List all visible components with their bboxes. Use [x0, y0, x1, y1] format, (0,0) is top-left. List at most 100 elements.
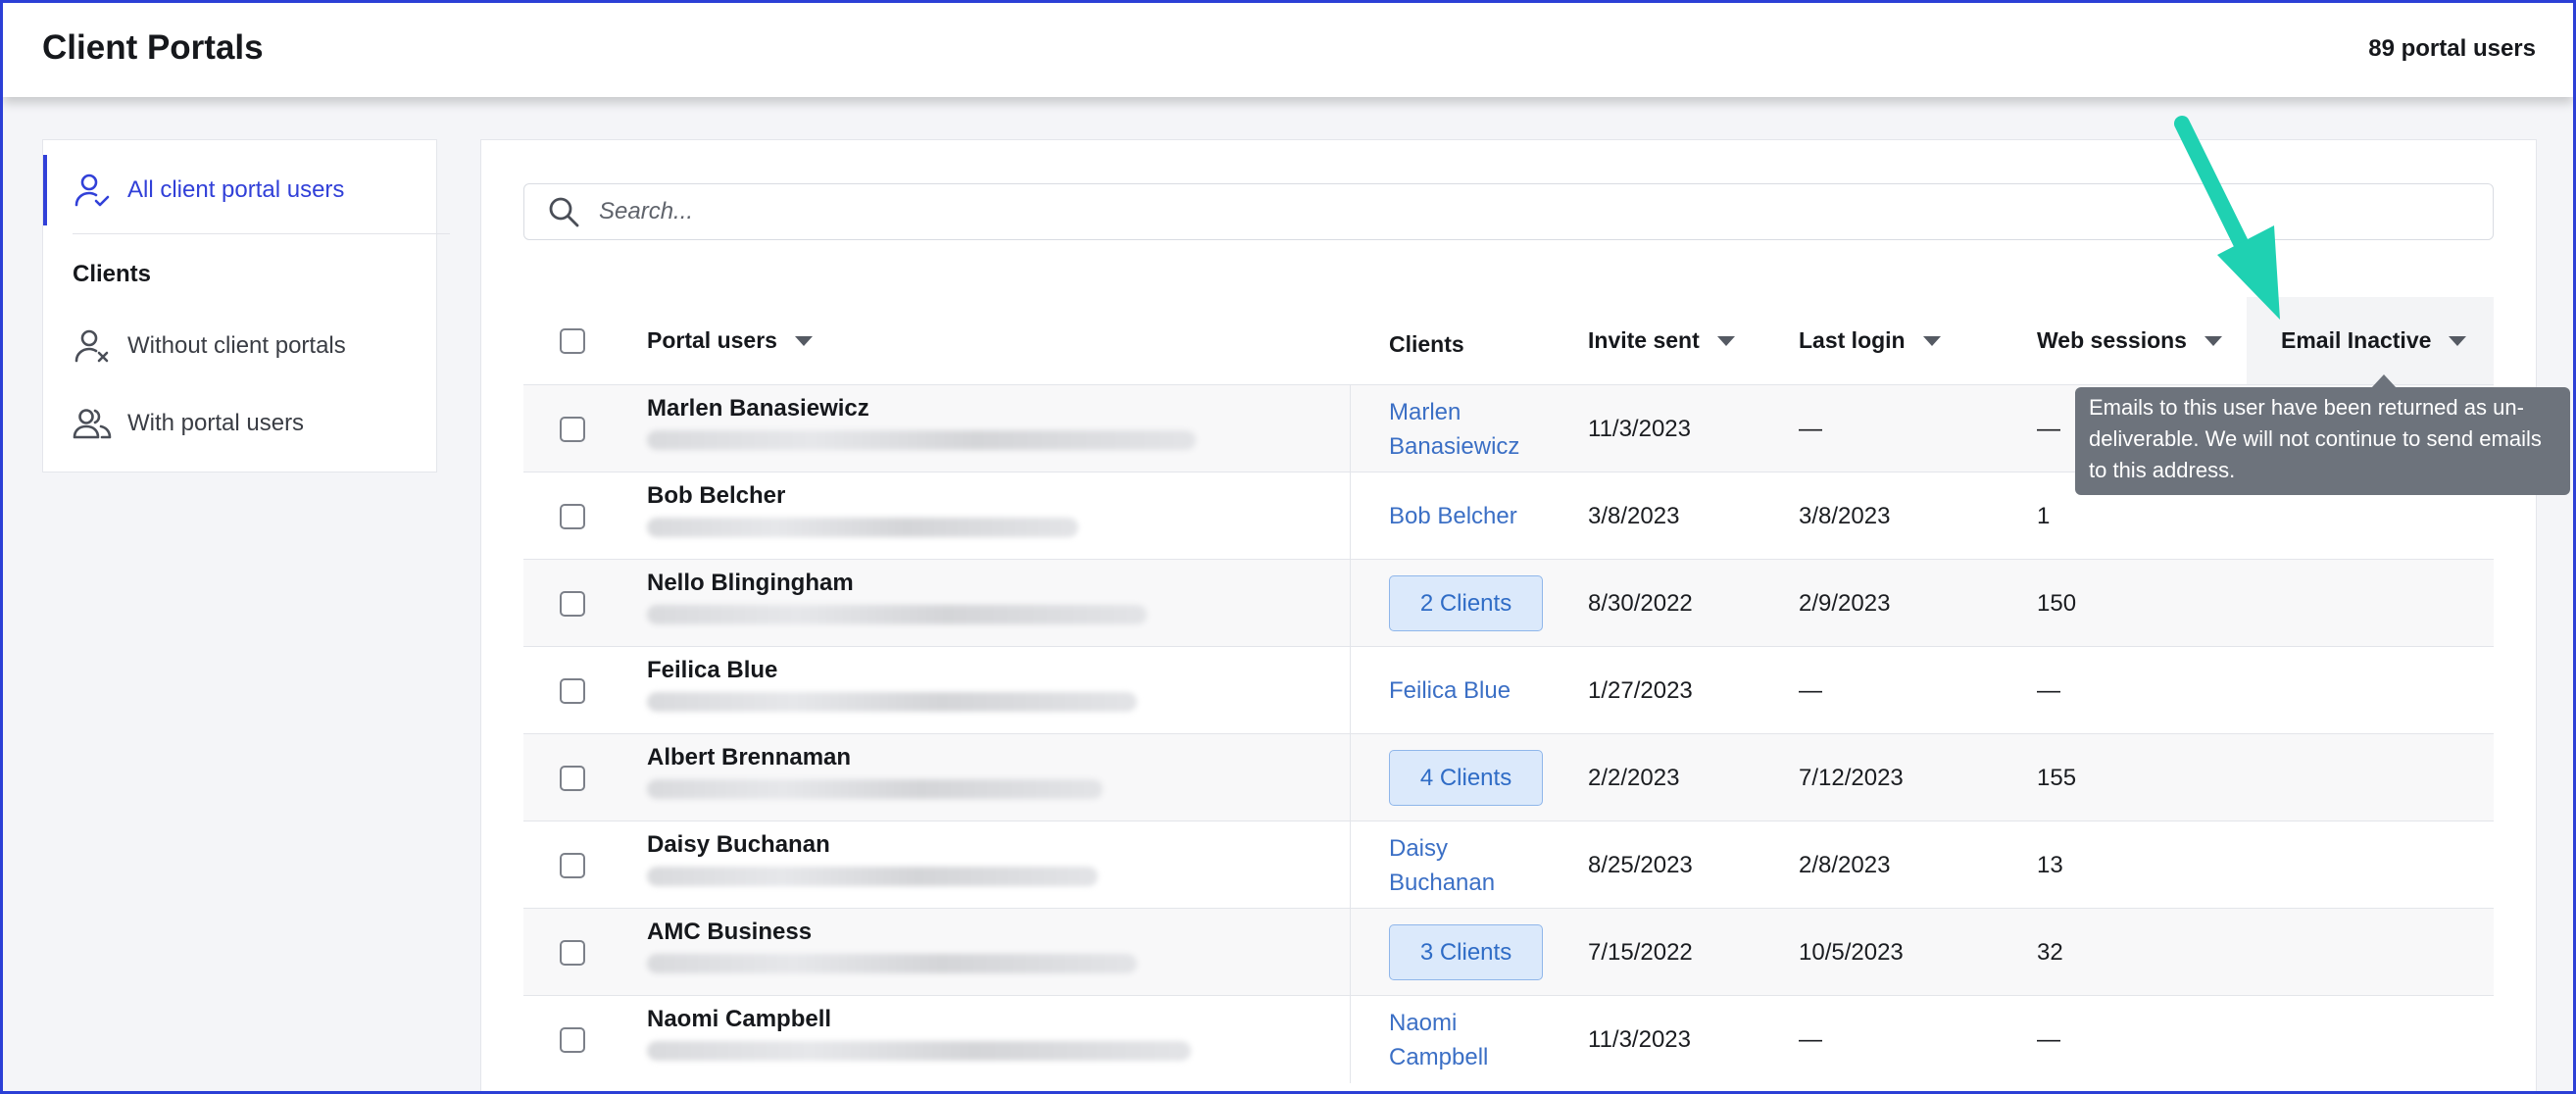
sidebar-item-label: Without client portals	[127, 332, 346, 359]
email-inactive-tooltip: Emails to this user have been returned a…	[2075, 387, 2570, 495]
web-sessions-cell: —	[2037, 415, 2060, 442]
column-header-invite-sent[interactable]: Invite sent	[1588, 297, 1735, 384]
row-select-cell	[560, 996, 585, 1083]
client-link[interactable]: Feilica Blue	[1389, 673, 1511, 708]
row-checkbox[interactable]	[560, 416, 585, 442]
portal-user-email-redacted	[647, 779, 1103, 799]
portal-user-cell: Naomi Campbell	[647, 1006, 1191, 1061]
sidebar-item-without-client-portals[interactable]: Without client portals	[43, 311, 436, 381]
clients-cell: Naomi Campbell	[1389, 996, 1488, 1083]
portal-user-count: 89 portal users	[2368, 35, 2536, 62]
row-select-cell	[560, 734, 585, 821]
portal-user-cell: Nello Blingingham	[647, 570, 1147, 624]
web-sessions-cell: —	[2037, 1025, 2060, 1053]
clients-cell: 3 Clients	[1389, 909, 1543, 996]
row-checkbox[interactable]	[560, 590, 585, 617]
row-select-cell	[560, 909, 585, 996]
column-header-portal-users[interactable]: Portal users	[647, 297, 813, 384]
table-row[interactable]: Naomi Campbell Naomi Campbell 11/3/2023 …	[523, 995, 2494, 1083]
tooltip-pointer	[2371, 374, 2397, 388]
clients-count-badge[interactable]: 2 Clients	[1389, 575, 1543, 631]
web-sessions-cell: 13	[2037, 851, 2063, 878]
row-checkbox[interactable]	[560, 677, 585, 704]
client-link[interactable]: Daisy Buchanan	[1389, 831, 1495, 900]
row-checkbox[interactable]	[560, 939, 585, 966]
page-header: Client Portals 89 portal users	[3, 3, 2573, 97]
last-login-cell: —	[1799, 676, 1822, 704]
clients-cell: 2 Clients	[1389, 560, 1543, 647]
last-login-cell: 2/8/2023	[1799, 851, 1891, 878]
portal-user-cell: Marlen Banasiewicz	[647, 395, 1196, 450]
portal-user-cell: Bob Belcher	[647, 482, 1078, 537]
table-row[interactable]: Albert Brennaman 4 Clients 2/2/2023 7/12…	[523, 733, 2494, 821]
row-select-cell	[560, 821, 585, 909]
row-select-cell	[560, 647, 585, 734]
portal-user-name: Albert Brennaman	[647, 744, 852, 771]
client-link[interactable]: Naomi Campbell	[1389, 1006, 1488, 1074]
column-divider	[1350, 996, 1351, 1083]
column-divider	[1350, 385, 1351, 472]
client-link[interactable]: Marlen Banasiewicz	[1389, 395, 1519, 464]
clients-count-badge[interactable]: 4 Clients	[1389, 750, 1543, 806]
sort-caret-icon	[794, 335, 813, 346]
invite-sent-cell: 1/27/2023	[1588, 676, 1693, 704]
table-row[interactable]: AMC Business 3 Clients 7/15/2022 10/5/20…	[523, 908, 2494, 996]
column-header-label: Last login	[1799, 327, 1906, 353]
portal-user-cell: Daisy Buchanan	[647, 831, 1098, 886]
last-login-cell: 10/5/2023	[1799, 938, 1904, 966]
table-row[interactable]: Daisy Buchanan Daisy Buchanan 8/25/2023 …	[523, 820, 2494, 909]
row-select-cell	[560, 385, 585, 472]
sort-caret-icon	[2449, 335, 2467, 346]
portal-user-name: Marlen Banasiewicz	[647, 395, 869, 422]
portal-user-email-redacted	[647, 692, 1137, 712]
row-checkbox[interactable]	[560, 503, 585, 529]
table-row[interactable]: Feilica Blue Feilica Blue 1/27/2023 — —	[523, 646, 2494, 734]
column-header-last-login[interactable]: Last login	[1799, 297, 1941, 384]
portal-user-name: Naomi Campbell	[647, 1006, 832, 1032]
web-sessions-cell: —	[2037, 676, 2060, 704]
row-select-cell	[560, 472, 585, 560]
last-login-cell: —	[1799, 415, 1822, 442]
column-header-clients: Clients	[1389, 301, 1464, 388]
portal-user-email-redacted	[647, 954, 1137, 973]
sidebar-item-all-client-portal-users[interactable]: All client portal users	[43, 155, 436, 225]
table-row[interactable]: Nello Blingingham 2 Clients 8/30/2022 2/…	[523, 559, 2494, 647]
invite-sent-cell: 8/30/2022	[1588, 589, 1693, 617]
clients-cell: Marlen Banasiewicz	[1389, 385, 1519, 472]
sort-caret-icon	[2204, 335, 2222, 346]
last-login-cell: —	[1799, 1025, 1822, 1053]
sort-caret-icon	[1922, 335, 1941, 346]
clients-count-badge[interactable]: 3 Clients	[1389, 924, 1543, 980]
annotation-arrow-icon	[2174, 116, 2280, 320]
column-divider	[1350, 560, 1351, 647]
invite-sent-cell: 3/8/2023	[1588, 502, 1680, 529]
search-icon	[546, 194, 581, 229]
portal-user-name: Bob Belcher	[647, 482, 786, 509]
row-select-cell	[560, 560, 585, 647]
sidebar: All client portal users Clients Without …	[42, 139, 450, 472]
clients-cell: Feilica Blue	[1389, 647, 1511, 734]
sidebar-heading-clients: Clients	[73, 261, 152, 287]
page-title: Client Portals	[42, 28, 264, 67]
web-sessions-cell: 150	[2037, 589, 2077, 617]
sidebar-item-with-portal-users[interactable]: With portal users	[43, 388, 436, 459]
select-all-cell	[560, 297, 585, 384]
web-sessions-cell: 155	[2037, 764, 2077, 791]
column-divider	[1350, 821, 1351, 909]
select-all-checkbox[interactable]	[560, 327, 585, 354]
web-sessions-cell: 1	[2037, 502, 2051, 529]
invite-sent-cell: 7/15/2022	[1588, 938, 1693, 966]
invite-sent-cell: 8/25/2023	[1588, 851, 1693, 878]
portal-user-name: Daisy Buchanan	[647, 831, 830, 858]
portal-user-email-redacted	[647, 867, 1098, 886]
clients-cell: Bob Belcher	[1389, 472, 1517, 560]
row-checkbox[interactable]	[560, 765, 585, 791]
row-checkbox[interactable]	[560, 852, 585, 878]
client-link[interactable]: Bob Belcher	[1389, 499, 1517, 533]
web-sessions-cell: 32	[2037, 938, 2063, 966]
last-login-cell: 3/8/2023	[1799, 502, 1891, 529]
portal-user-cell: Feilica Blue	[647, 657, 1137, 712]
user-x-icon	[71, 324, 114, 368]
column-header-label: Clients	[1389, 331, 1464, 357]
row-checkbox[interactable]	[560, 1026, 585, 1053]
